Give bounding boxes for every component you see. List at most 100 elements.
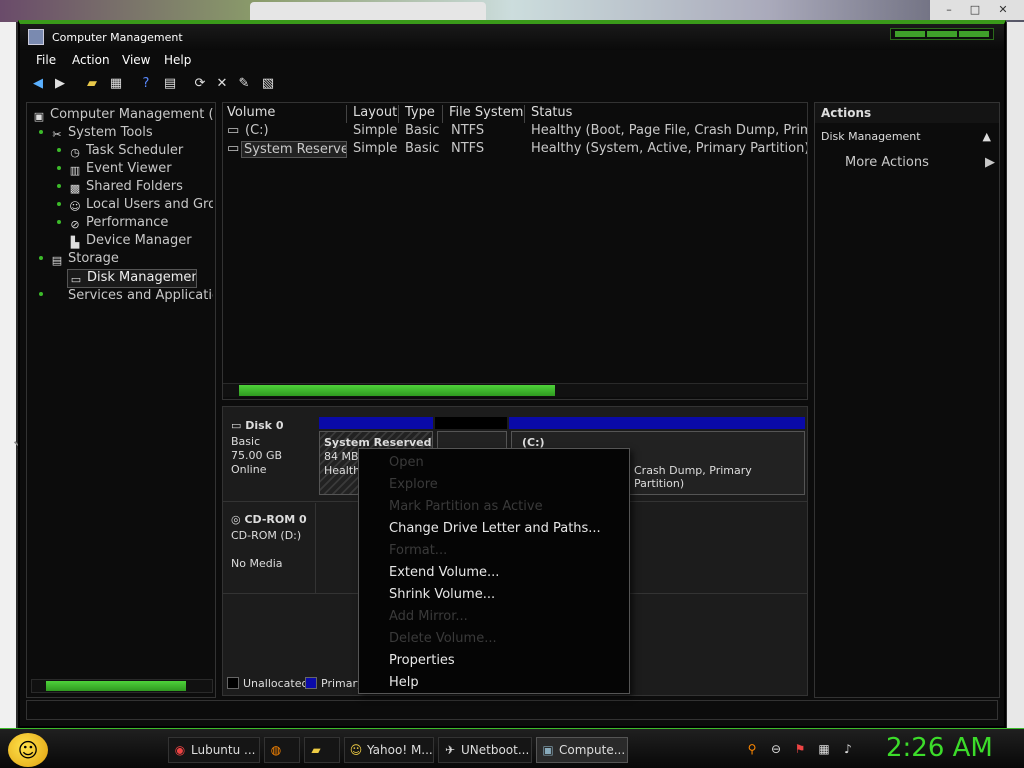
expand-dot[interactable] — [39, 256, 43, 260]
scrollbar-thumb[interactable] — [239, 385, 555, 396]
partition-bar-primary — [509, 417, 805, 429]
back-icon[interactable]: ◀ — [30, 76, 46, 92]
computer-management-icon — [28, 29, 44, 45]
table-cell[interactable]: System Reserved — [241, 141, 347, 158]
tree-system-tools[interactable]: ✂ System Tools — [49, 125, 213, 142]
close-icon[interactable]: ✕ — [994, 2, 1012, 17]
more-actions[interactable]: More Actions ▶ — [845, 155, 995, 170]
minimize-icon[interactable]: – — [940, 2, 958, 17]
expand-dot[interactable] — [39, 130, 43, 134]
menu-item-mark-active: Mark Partition as Active — [389, 499, 543, 514]
tree-task-scheduler[interactable]: ◷ Task Scheduler — [67, 143, 213, 160]
expand-dot[interactable] — [57, 184, 61, 188]
task-computer-management[interactable]: ▣ Compute... — [536, 737, 628, 763]
task-folder[interactable]: ▰ — [304, 737, 340, 763]
tree-computer-management[interactable]: ▣Computer Management (Loc — [31, 107, 213, 124]
table-cell[interactable]: NTFS — [451, 141, 484, 156]
menu-action[interactable]: Action — [72, 53, 110, 67]
forward-icon[interactable]: ▶ — [52, 76, 68, 92]
column-layout[interactable]: Layout — [349, 105, 399, 123]
tree-disk-management[interactable]: ▭ Disk Management — [67, 269, 197, 288]
task-unetbootin[interactable]: ✈ UNetboot... — [438, 737, 532, 763]
window-title: Computer Management — [52, 31, 183, 44]
check-icon[interactable]: ▧ — [260, 76, 276, 92]
export-icon[interactable]: ✎ — [236, 76, 252, 92]
volume-horizontal-scrollbar[interactable] — [223, 383, 807, 397]
column-file-system[interactable]: File System — [445, 105, 525, 123]
unetbootin-icon: ✈ — [444, 743, 456, 757]
start-menu-icon[interactable]: ☺ — [8, 733, 48, 767]
maximize-icon[interactable]: □ — [966, 2, 984, 17]
status-icon[interactable]: ⊖ — [768, 741, 784, 757]
context-menu: Open Explore Mark Partition as Active Ch… — [358, 448, 630, 694]
column-volume[interactable]: Volume — [223, 105, 347, 123]
tree-performance[interactable]: ⊘ Performance — [67, 215, 213, 232]
table-cell[interactable]: Simple — [353, 123, 397, 138]
task-lubuntu[interactable]: ◉ Lubuntu ... — [168, 737, 260, 763]
collapse-icon[interactable]: ▲ — [983, 130, 991, 143]
title-bar[interactable]: Computer Management — [20, 24, 1004, 50]
menu-item-shrink-volume[interactable]: Shrink Volume... — [389, 587, 495, 602]
divider — [315, 503, 316, 593]
expand-dot[interactable] — [57, 202, 61, 206]
close-button[interactable] — [959, 31, 989, 37]
tree-shared-folders[interactable]: ▩ Shared Folders — [67, 179, 213, 196]
show-hide-icon[interactable]: ▦ — [108, 76, 124, 92]
expand-dot[interactable] — [57, 166, 61, 170]
tools-icon: ✂ — [52, 128, 62, 141]
expand-dot[interactable] — [39, 292, 43, 296]
taskbar: ☺ ◉ Lubuntu ... ◍ ▰ ☺ Yahoo! M... ✈ UNetboo… — [0, 728, 1024, 768]
properties-icon[interactable]: ▤ — [162, 76, 178, 92]
task-yahoo[interactable]: ☺ Yahoo! M... — [344, 737, 434, 763]
menu-item-change-drive-letter[interactable]: Change Drive Letter and Paths... — [389, 521, 601, 536]
up-folder-icon[interactable]: ▰ — [84, 76, 100, 92]
chrome-icon: ◉ — [174, 743, 186, 757]
tree-device-manager[interactable]: ▙ Device Manager — [67, 233, 213, 250]
partition-bar-primary — [319, 417, 433, 429]
table-cell[interactable]: (C:) — [245, 123, 345, 138]
network-icon[interactable]: ▦ — [816, 741, 832, 757]
maximize-button[interactable] — [927, 31, 957, 37]
expand-dot[interactable] — [57, 148, 61, 152]
tree-services-applications[interactable]: Services and Applications — [49, 287, 213, 303]
help-icon[interactable]: ? — [138, 76, 154, 92]
tree-local-users[interactable]: ☺ Local Users and Grou — [67, 197, 213, 214]
menu-view[interactable]: View — [122, 53, 150, 67]
search-icon[interactable]: ⚲ — [744, 741, 760, 757]
cdrom0-name[interactable]: ◎ CD-ROM 0 — [231, 513, 307, 526]
table-cell[interactable]: Basic — [405, 123, 439, 138]
shared-folder-icon: ▩ — [69, 182, 81, 195]
clock[interactable]: 2:26 AM — [886, 733, 993, 763]
delete-icon[interactable]: ✕ — [214, 76, 230, 92]
task-firefox[interactable]: ◍ — [264, 737, 300, 763]
flag-icon[interactable]: ⚑ — [792, 741, 808, 757]
menu-help[interactable]: Help — [164, 53, 191, 67]
table-cell[interactable]: NTFS — [451, 123, 484, 138]
window-controls[interactable] — [890, 28, 994, 40]
actions-section-disk-management[interactable]: Disk Management ▲ — [815, 127, 999, 147]
table-cell[interactable]: Simple — [353, 141, 397, 156]
column-status[interactable]: Status — [527, 105, 809, 123]
table-cell[interactable]: Healthy (System, Active, Primary Partiti… — [531, 141, 807, 156]
table-cell[interactable]: Basic — [405, 141, 439, 156]
clock-icon: ◷ — [70, 146, 80, 159]
device-icon: ▙ — [70, 236, 80, 249]
desktop: – □ ✕ ➘ Computer Management File Action … — [0, 0, 1024, 768]
table-cell[interactable]: Healthy (Boot, Page File, Crash Dump, Pr… — [531, 123, 807, 138]
expand-dot[interactable] — [57, 220, 61, 224]
cdrom0-state: No Media — [231, 557, 283, 570]
menu-item-explore: Explore — [389, 477, 438, 492]
menu-item-extend-volume[interactable]: Extend Volume... — [389, 565, 499, 580]
refresh-icon[interactable]: ⟳ — [192, 76, 208, 92]
minimize-button[interactable] — [895, 31, 925, 37]
tree-event-viewer[interactable]: ▥ Event Viewer — [67, 161, 213, 178]
menu-item-properties[interactable]: Properties — [389, 653, 455, 668]
column-type[interactable]: Type — [401, 105, 443, 123]
volume-icon[interactable]: ♪ — [840, 741, 856, 757]
menu-file[interactable]: File — [36, 53, 56, 67]
disk0-name[interactable]: ▭ Disk 0 — [231, 419, 283, 432]
tree-horizontal-scrollbar[interactable] — [31, 679, 213, 693]
tree-storage[interactable]: ▤ Storage — [49, 251, 213, 268]
scrollbar-thumb[interactable] — [46, 681, 186, 691]
menu-item-help[interactable]: Help — [389, 675, 419, 690]
